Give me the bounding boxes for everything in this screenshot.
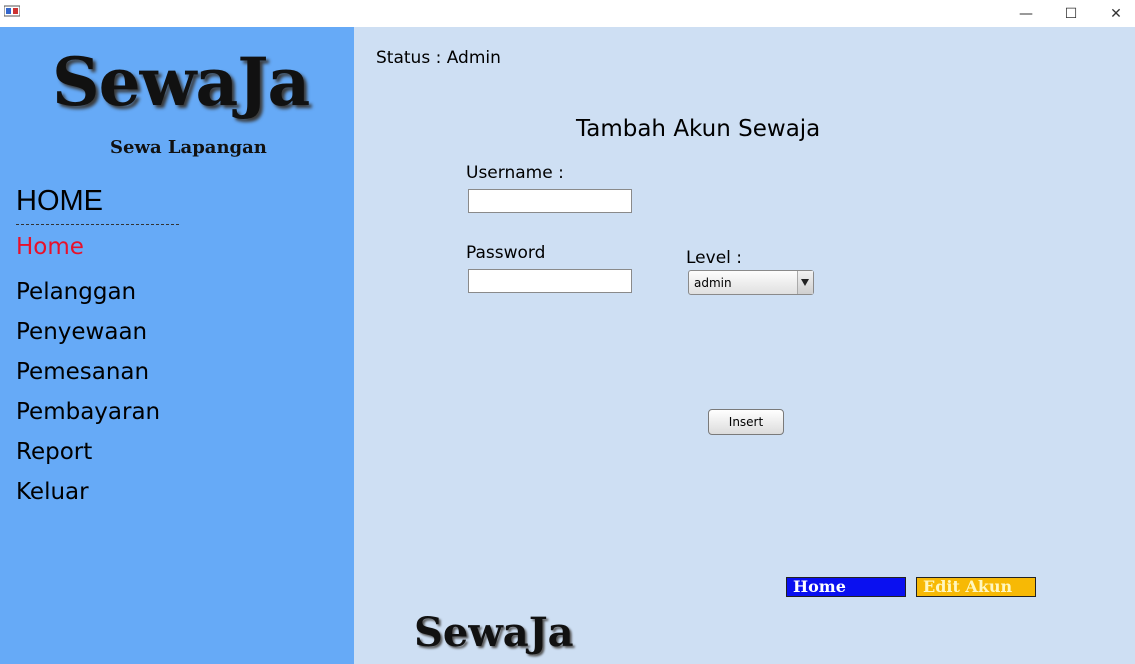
insert-button[interactable]: Insert (708, 409, 784, 435)
home-button[interactable]: Home (786, 577, 906, 597)
edit-akun-button[interactable]: Edit Akun (916, 577, 1036, 597)
level-label: Level : (686, 248, 743, 268)
sidebar: SewaJa Sewa Lapangan HOME Home Pelanggan… (0, 27, 354, 664)
title-bar: — ☐ ✕ (0, 0, 1135, 27)
close-button[interactable]: ✕ (1093, 0, 1135, 27)
sewaja-logo: SewaJa Sewa Lapangan (52, 49, 310, 169)
footer-logo: SewaJa (414, 609, 574, 656)
username-input[interactable] (468, 189, 632, 213)
sidebar-item-keluar[interactable]: Keluar (16, 479, 89, 505)
minimize-button[interactable]: — (1003, 0, 1049, 27)
status-value: Admin (446, 48, 501, 68)
password-label: Password (466, 243, 546, 263)
sidebar-item-pemesanan[interactable]: Pemesanan (16, 359, 149, 385)
password-input[interactable] (468, 269, 632, 293)
sidebar-item-pelanggan[interactable]: Pelanggan (16, 279, 136, 305)
level-select[interactable]: admin (688, 270, 814, 295)
sidebar-item-report[interactable]: Report (16, 439, 92, 465)
sidebar-item-pembayaran[interactable]: Pembayaran (16, 399, 160, 425)
sidebar-item-home[interactable]: Home (16, 234, 84, 260)
chevron-down-icon[interactable] (797, 271, 813, 294)
maximize-button[interactable]: ☐ (1048, 0, 1094, 27)
status-label: Status : (376, 48, 442, 68)
nav-divider (16, 224, 179, 225)
nav-heading: HOME (16, 185, 103, 217)
java-app-icon (4, 5, 20, 17)
main-panel: Status : Admin Tambah Akun Sewaja Userna… (354, 27, 1135, 664)
username-label: Username : (466, 163, 564, 183)
status-line: Status : Admin (376, 48, 501, 68)
logo-text: SewaJa (52, 43, 310, 121)
level-selected-value: admin (694, 276, 732, 290)
logo-subtitle: Sewa Lapangan (110, 137, 267, 158)
sidebar-item-penyewaan[interactable]: Penyewaan (16, 319, 147, 345)
form-title: Tambah Akun Sewaja (576, 116, 821, 142)
